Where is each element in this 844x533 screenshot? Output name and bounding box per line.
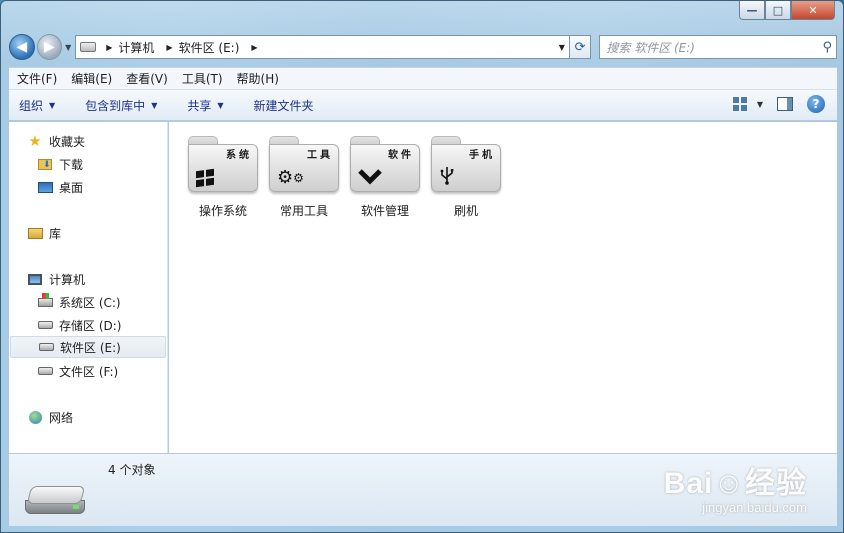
sidebar-item-label: 库 [49,226,62,241]
include-in-library-label: 包含到库中 [85,98,146,113]
drive-icon [37,318,53,332]
sidebar-item-drive-e[interactable]: 软件区 (E:) [10,336,166,358]
view-options-dropdown-icon[interactable]: ▼ [757,100,763,109]
sidebar-item-label: 文件区 (F:) [59,364,119,379]
maximize-button[interactable]: □ [765,1,791,20]
sidebar-item-label: 软件区 (E:) [60,340,121,355]
new-folder-label: 新建文件夹 [253,98,314,113]
navigation-pane: ★ 收藏夹 ⬇ 下载 桌面 库 计算机 系统区 (C:) 存储区 (D:) 软件… [9,122,168,453]
library-icon [27,226,43,240]
caption-buttons: — □ ✕ [739,1,835,20]
sidebar-item-label: 桌面 [59,180,84,195]
item-count: 4 个对象 [108,463,156,477]
help-icon[interactable]: ? [807,95,825,113]
menu-edit[interactable]: 编辑(E) [71,70,112,87]
checkmark-icon [358,167,382,188]
view-controls: ▼ ? [719,95,825,113]
breadcrumb-separator-icon[interactable]: ▶ [166,43,172,52]
menu-file[interactable]: 文件(F) [17,70,57,87]
details-pane: 4 个对象 Bai☺经验 jingyan.baidu.com [9,453,837,526]
computer-icon [27,272,43,286]
menu-help[interactable]: 帮助(H) [237,70,279,87]
menu-bar: 文件(F) 编辑(E) 查看(V) 工具(T) 帮助(H) [9,67,837,89]
sidebar-item-label: 收藏夹 [49,134,86,149]
address-bar[interactable]: ▶ 计算机 ▶ 软件区 (E:) ▶ ▼ [75,35,570,59]
sidebar-item-label: 计算机 [49,272,86,287]
back-button[interactable]: ◀ [9,34,35,60]
folder-icon: 系统 [188,136,258,194]
menu-tools[interactable]: 工具(T) [182,70,223,87]
folder-item[interactable]: 软件 软件管理 [349,136,421,219]
drive-small-icon [80,42,97,52]
folder-icon: 工具 ⚙⚙ [269,136,339,194]
share-button[interactable]: 共享 ▼ [187,97,223,114]
folder-icon: 手机 [431,136,501,194]
folder-name: 操作系统 [198,204,247,218]
file-list: 系统 操作系统 工具 ⚙⚙ 常用工具 软件 软件管理 手机 刷机 [169,122,837,453]
breadcrumb-separator-icon[interactable]: ▶ [106,43,112,52]
sidebar-item-label: 系统区 (C:) [59,295,121,310]
forward-button[interactable]: ▶ [36,34,63,60]
folder-name: 刷机 [453,204,478,218]
folder-tag: 软件 [388,150,414,161]
star-icon: ★ [28,132,42,150]
folder-item[interactable]: 系统 操作系统 [187,136,259,219]
include-in-library-button[interactable]: 包含到库中 ▼ [85,97,157,114]
folder-name: 软件管理 [360,204,409,218]
sidebar-item-label: 存储区 (D:) [59,318,122,333]
sidebar-item-libraries[interactable]: 库 [27,222,184,244]
folder-item[interactable]: 工具 ⚙⚙ 常用工具 [268,136,340,219]
gears-icon: ⚙⚙ [277,167,304,188]
breadcrumb-computer[interactable]: 计算机 [118,39,154,56]
folder-tag: 手机 [469,150,495,161]
folder-tag: 工具 [307,150,333,161]
windows-logo-icon [196,168,214,188]
drive-icon [37,364,53,378]
sidebar-item-favorites[interactable]: ★ 收藏夹 [27,130,184,152]
breadcrumb-drive-e[interactable]: 软件区 (E:) [179,39,240,56]
folder-tag: 系统 [226,150,252,161]
chevron-down-icon: ▼ [49,100,56,110]
explorer-window: — □ ✕ ◀ ▶ ▼ ▶ 计算机 ▶ 软件区 (E:) ▶ ▼ ⟳ 搜索 软件… [0,0,844,533]
drive-large-icon [25,486,87,518]
watermark-url: jingyan.baidu.com [702,500,807,515]
search-placeholder: 搜索 软件区 (E:) [606,40,695,55]
organize-label: 组织 [19,98,44,113]
system-drive-icon [37,292,53,309]
preview-pane-icon[interactable] [777,97,793,111]
download-folder-icon: ⬇ [37,157,53,171]
address-history-dropdown-icon[interactable]: ▼ [555,43,569,52]
search-input[interactable]: 搜索 软件区 (E:) ⚲ [599,35,837,59]
folder-item[interactable]: 手机 刷机 [430,136,502,219]
command-bar: 组织 ▼ 包含到库中 ▼ 共享 ▼ 新建文件夹 ▼ ? [9,89,837,121]
search-icon[interactable]: ⚲ [822,40,832,55]
watermark: Bai☺经验 jingyan.baidu.com [664,458,807,515]
chevron-down-icon: ▼ [217,100,224,110]
share-label: 共享 [187,98,212,113]
network-icon [27,410,43,424]
navigation-bar: ◀ ▶ ▼ ▶ 计算机 ▶ 软件区 (E:) ▶ ▼ ⟳ 搜索 软件区 (E:)… [9,33,837,61]
refresh-button[interactable]: ⟳ [569,35,592,59]
change-view-icon[interactable] [732,97,747,111]
organize-button[interactable]: 组织 ▼ [19,97,55,114]
folder-name: 常用工具 [279,204,328,218]
close-button[interactable]: ✕ [791,1,835,20]
minimize-button[interactable]: — [739,1,765,20]
sidebar-item-label: 下载 [59,157,84,172]
sidebar-item-network[interactable]: 网络 [27,406,184,428]
desktop-icon [37,180,53,194]
watermark-brand: Bai☺经验 [663,467,807,500]
usb-icon [439,165,455,188]
folder-icon: 软件 [350,136,420,194]
chevron-down-icon: ▼ [151,100,158,110]
new-folder-button[interactable]: 新建文件夹 [254,97,314,114]
sidebar-item-label: 网络 [49,410,74,425]
sidebar-item-computer[interactable]: 计算机 [27,268,184,290]
drive-icon [38,340,54,354]
recent-pages-dropdown-icon[interactable]: ▼ [65,43,71,52]
breadcrumb-separator-icon[interactable]: ▶ [251,43,257,52]
menu-view[interactable]: 查看(V) [126,70,168,87]
